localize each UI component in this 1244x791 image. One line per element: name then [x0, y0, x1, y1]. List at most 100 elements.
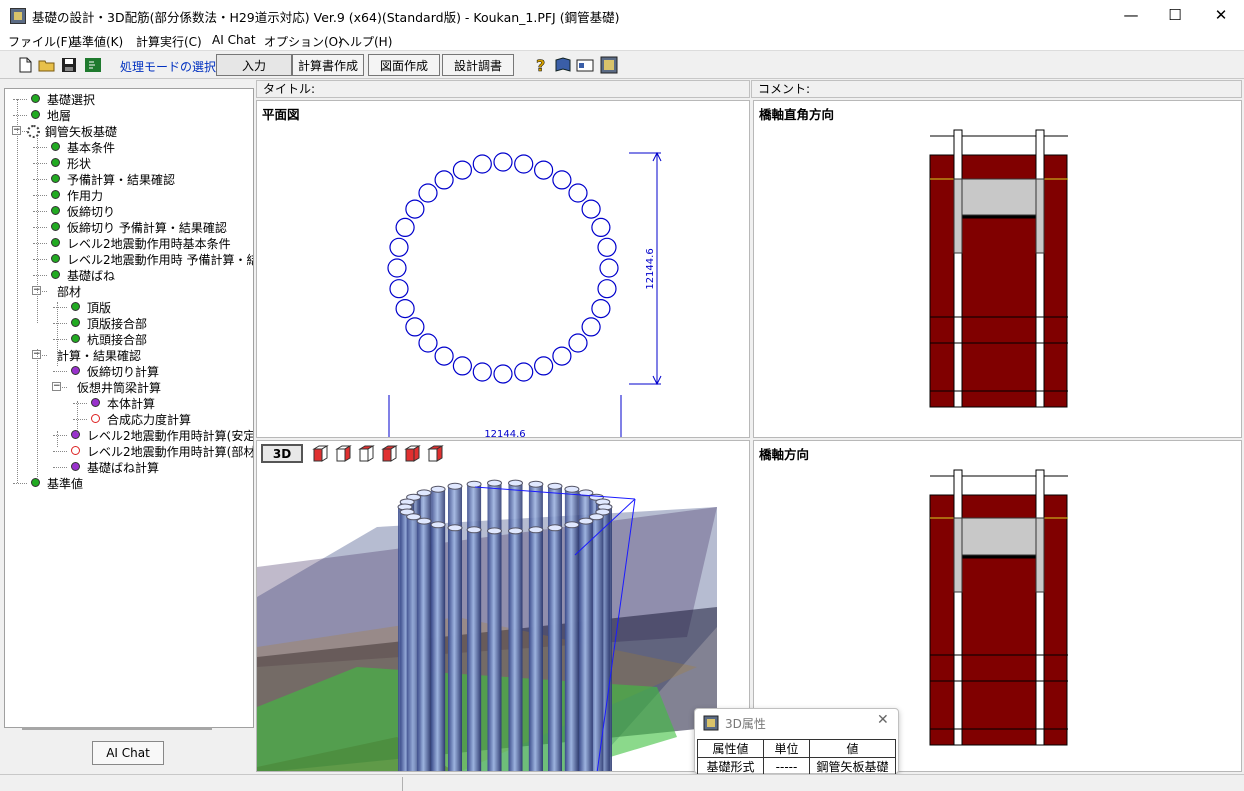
svg-text:?: ?	[536, 56, 545, 74]
input-done-icon	[51, 238, 60, 247]
tree-item-label: 基準値	[47, 477, 84, 491]
pile-circle	[534, 160, 554, 180]
tree-item-foundation-select[interactable]: 基礎選択	[5, 91, 253, 107]
pile-circle	[387, 258, 407, 278]
tree-item-basic-conditions[interactable]: 基本条件	[5, 139, 253, 155]
info-card-icon[interactable]	[576, 56, 594, 74]
pile-3d	[548, 527, 562, 771]
pile-circle	[552, 170, 572, 190]
menu-options[interactable]: オプション(O)	[264, 33, 343, 50]
menu-file[interactable]: ファイル(F)	[8, 33, 72, 50]
pile-3d	[417, 521, 432, 771]
prohibited-icon	[71, 446, 80, 455]
minimize-button[interactable]: —	[1108, 0, 1154, 30]
dim-text-vertical: 12144.6	[645, 248, 656, 289]
title-header: タイトル:	[256, 80, 750, 98]
tree-item-label: 基礎選択	[47, 93, 96, 107]
toolbar: 処理モードの選択 入力 計算書作成 図面作成 設計調書 ?	[0, 52, 1244, 79]
tree-item-label: 頂版接合部	[87, 317, 148, 331]
input-mode-button[interactable]: 入力	[216, 54, 292, 76]
tree-connector	[33, 275, 47, 276]
tree-item-level2-member[interactable]: レベル2地震動作用時計算(部材)	[5, 443, 253, 459]
close-button[interactable]: ✕	[1198, 0, 1244, 30]
maximize-button[interactable]: ☐	[1152, 0, 1198, 30]
tree-item-pile-head-joint[interactable]: 杭頭接合部	[5, 331, 253, 347]
sheet-pile-left-axis	[953, 469, 963, 746]
tree-item-shape[interactable]: 形状	[5, 155, 253, 171]
view-cube-side-icon[interactable]	[335, 445, 352, 462]
report-mode-button[interactable]: 計算書作成	[292, 54, 364, 76]
pile-top-3d	[508, 527, 523, 535]
tree-item-main-calc[interactable]: 本体計算	[5, 395, 253, 411]
tree-item-standard-values[interactable]: 基準値	[5, 475, 253, 491]
menu-calc[interactable]: 計算実行(C)	[136, 33, 202, 50]
view3d-canvas[interactable]	[257, 467, 750, 772]
pile-circle	[395, 299, 415, 319]
drawing-mode-button[interactable]: 図面作成	[368, 54, 440, 76]
open-folder-icon[interactable]	[38, 56, 56, 74]
view-cube-back-icon[interactable]	[427, 445, 444, 462]
tree-item-cofferdam-calc[interactable]: 仮締切り計算	[5, 363, 253, 379]
new-file-icon[interactable]	[16, 56, 34, 74]
save-icon[interactable]	[60, 56, 78, 74]
calc-status-icon	[91, 398, 100, 407]
ai-chat-button[interactable]: AI Chat	[92, 741, 164, 765]
menu-help[interactable]: ヘルプ(H)	[338, 33, 392, 50]
tree-item-temporary-cofferdam[interactable]: 仮締切り	[5, 203, 253, 219]
help-icon[interactable]: ?	[532, 56, 550, 74]
tree-item-strata[interactable]: 地層	[5, 107, 253, 123]
tree-item-label: 仮締切り	[67, 205, 116, 219]
view-cube-iso-icon[interactable]	[381, 445, 398, 462]
tree-item-label: 仮締切り 予備計算・結果確認	[67, 221, 227, 235]
tree-item-combined-stress[interactable]: 合成応力度計算	[5, 411, 253, 427]
tree-item-level2-basic[interactable]: レベル2地震動作用時基本条件	[5, 235, 253, 251]
exit-icon[interactable]	[84, 56, 102, 74]
tree-item-cofferdam-preliminary[interactable]: 仮締切り 予備計算・結果確認	[5, 219, 253, 235]
pile-top-3d	[487, 479, 502, 487]
pile-circle	[389, 237, 409, 257]
pile-circle	[514, 154, 534, 174]
tree-item-label: 頂版	[87, 301, 112, 315]
properties-row[interactable]: 基礎形式 ----- 鋼管矢板基礎	[697, 757, 896, 776]
view3d-toggle-button[interactable]: 3D	[261, 444, 303, 463]
tree-item-steel-pipe-sheet-pile[interactable]: − 鋼管矢板基礎	[5, 123, 253, 139]
properties-cell-unit: -----	[763, 757, 810, 776]
pile-circle	[472, 154, 492, 174]
design-sheet-mode-button[interactable]: 設計調書	[442, 54, 514, 76]
tree-item-calc-results[interactable]: − 計算・結果確認	[5, 347, 253, 363]
pile-3d	[448, 527, 462, 771]
tree-item-virtual-well-beam[interactable]: − 仮想井筒梁計算	[5, 379, 253, 395]
tree-item-preliminary-calc[interactable]: 予備計算・結果確認	[5, 171, 253, 187]
view-cube-top-icon[interactable]	[358, 445, 375, 462]
menu-ai-chat[interactable]: AI Chat	[212, 33, 256, 47]
tree-item-acting-force[interactable]: 作用力	[5, 187, 253, 203]
version-info-icon[interactable]	[600, 56, 618, 74]
tree-item-members[interactable]: − 部材	[5, 283, 253, 299]
menu-standard[interactable]: 基準値(K)	[70, 33, 123, 50]
tree-item-top-slab[interactable]: 頂版	[5, 299, 253, 315]
view-cube-iso2-icon[interactable]	[404, 445, 421, 462]
tree-item-top-slab-joint[interactable]: 頂版接合部	[5, 315, 253, 331]
pile-circle	[472, 362, 492, 382]
tree-item-level2-stability[interactable]: レベル2地震動作用時計算(安定)	[5, 427, 253, 443]
manual-book-icon[interactable]	[554, 56, 572, 74]
tree-expander-icon[interactable]: −	[52, 382, 61, 391]
cap-right-axis	[1035, 517, 1045, 593]
input-done-icon	[51, 222, 60, 231]
tree-item-label: 予備計算・結果確認	[67, 173, 176, 187]
sheet-pile-right	[1035, 129, 1045, 408]
tree-item-label: 本体計算	[107, 397, 156, 411]
tree-item-spring-calc[interactable]: 基礎ばね計算	[5, 459, 253, 475]
tree-item-level2-preliminary[interactable]: レベル2地震動作用時 予備計算・結果	[5, 251, 253, 267]
properties-cell-attr: 基礎形式	[697, 757, 764, 776]
status-divider	[402, 777, 403, 791]
input-done-icon	[51, 254, 60, 263]
tree-connector	[53, 339, 67, 340]
tree-item-label: 地層	[47, 109, 72, 123]
properties-close-icon[interactable]: ✕	[877, 712, 889, 728]
tree-scrollbar[interactable]	[22, 727, 212, 730]
tree-connector	[13, 115, 27, 116]
comment-header: コメント:	[751, 80, 1242, 98]
view-cube-front-icon[interactable]	[312, 445, 329, 462]
tree-item-foundation-spring[interactable]: 基礎ばね	[5, 267, 253, 283]
